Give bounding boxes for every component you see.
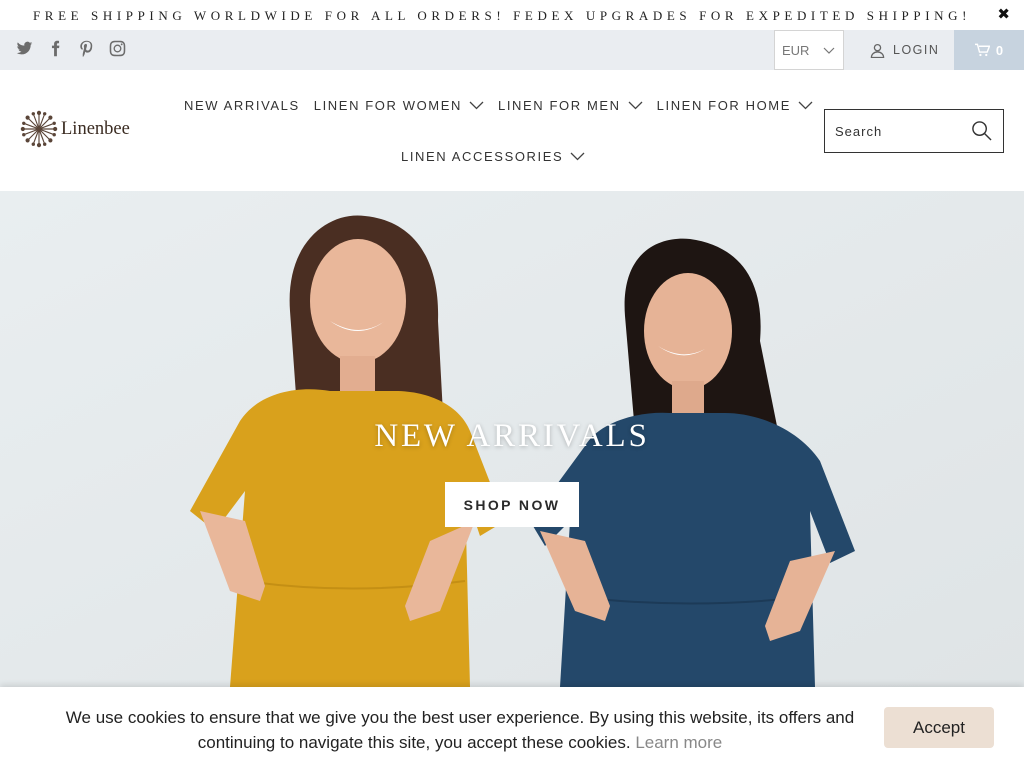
search-icon[interactable] — [971, 120, 992, 141]
announcement-text: FREE SHIPPING WORLDWIDE FOR ALL ORDERS! … — [32, 8, 972, 23]
nav-item-label: LINEN ACCESSORIES — [401, 148, 564, 164]
cookie-message: We use cookies to ensure that we give yo… — [65, 708, 855, 752]
currency-value: EUR — [782, 42, 810, 58]
login-link[interactable]: LOGIN — [870, 30, 939, 70]
user-icon — [870, 43, 885, 58]
nav-item-label: LINEN FOR MEN — [498, 97, 621, 113]
close-icon[interactable]: ✖ — [997, 6, 1010, 24]
cookie-message-container: We use cookies to ensure that we give yo… — [40, 705, 880, 755]
cart-count: 0 — [995, 42, 1004, 58]
nav-row: LINEN ACCESSORIES — [184, 146, 804, 166]
pinterest-icon[interactable] — [78, 40, 95, 57]
instagram-icon[interactable] — [109, 40, 126, 57]
site-header: Linenbee NEW ARRIVALS LINEN FOR WOMEN LI… — [0, 70, 1024, 191]
nav-item-linen-for-women[interactable]: LINEN FOR WOMEN — [314, 98, 484, 113]
announcement-bar: FREE SHIPPING WORLDWIDE FOR ALL ORDERS! … — [0, 0, 1024, 30]
twitter-icon[interactable] — [16, 40, 33, 57]
main-nav: NEW ARRIVALS LINEN FOR WOMEN LINEN FOR M… — [184, 95, 813, 166]
logo[interactable]: Linenbee — [20, 110, 130, 148]
nav-item-new-arrivals[interactable]: NEW ARRIVALS — [184, 98, 300, 113]
chevron-down-icon — [823, 47, 835, 54]
nav-item-linen-for-men[interactable]: LINEN FOR MEN — [498, 98, 643, 113]
nav-item-label: LINEN FOR HOME — [656, 97, 792, 113]
search-box[interactable] — [824, 109, 1004, 153]
cart-button[interactable]: 0 — [954, 30, 1024, 70]
shop-now-button[interactable]: SHOP NOW — [445, 482, 579, 527]
accept-cookies-button[interactable]: Accept — [884, 707, 994, 748]
utility-bar: EUR LOGIN 0 — [0, 30, 1024, 70]
chevron-down-icon — [469, 101, 484, 109]
nav-item-label: NEW ARRIVALS — [184, 97, 300, 113]
hero-banner[interactable]: NEW ARRIVALS SHOP NOW — [0, 191, 1024, 687]
nav-row: NEW ARRIVALS LINEN FOR WOMEN LINEN FOR M… — [184, 95, 813, 115]
login-label: LOGIN — [893, 43, 940, 57]
learn-more-link[interactable]: Learn more — [635, 733, 722, 752]
facebook-icon[interactable] — [47, 40, 64, 57]
cookie-banner: We use cookies to ensure that we give yo… — [0, 687, 1024, 768]
currency-select[interactable]: EUR — [774, 30, 844, 70]
search-input[interactable] — [835, 123, 963, 139]
hero-title: NEW ARRIVALS — [374, 418, 650, 454]
chevron-down-icon — [570, 152, 585, 160]
social-links — [16, 40, 126, 57]
chevron-down-icon — [628, 101, 643, 109]
logo-text: Linenbee — [61, 118, 130, 139]
nav-item-label: LINEN FOR WOMEN — [313, 97, 462, 113]
nav-item-linen-for-home[interactable]: LINEN FOR HOME — [657, 98, 813, 113]
dandelion-logo-icon — [20, 110, 58, 148]
chevron-down-icon — [798, 101, 813, 109]
cart-icon — [974, 43, 990, 57]
nav-item-linen-accessories[interactable]: LINEN ACCESSORIES — [401, 149, 585, 164]
